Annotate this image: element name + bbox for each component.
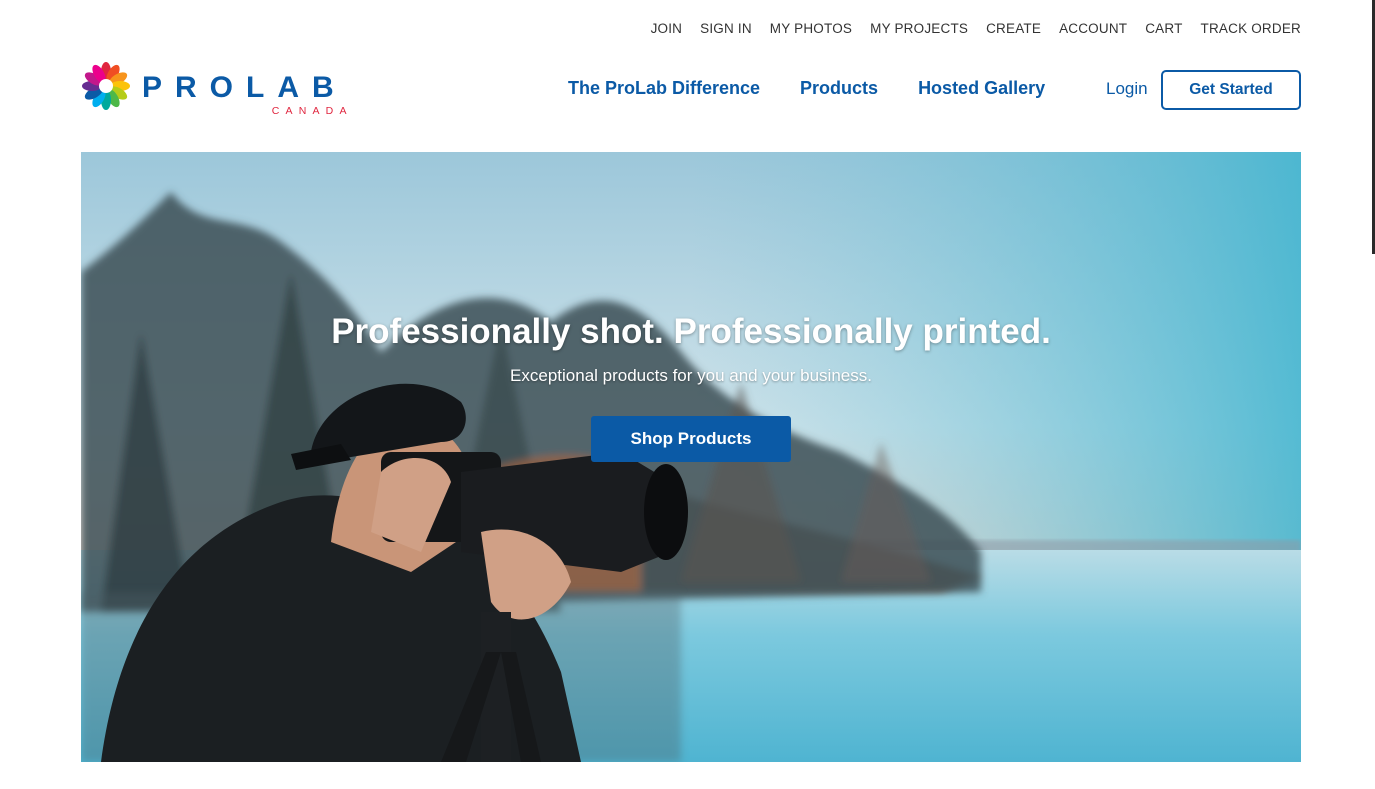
utility-nav: JOIN SIGN IN MY PHOTOS MY PROJECTS CREAT… [651,21,1301,36]
nav-hosted-gallery[interactable]: Hosted Gallery [918,78,1045,99]
my-photos-link[interactable]: MY PHOTOS [770,21,852,36]
nav-products[interactable]: Products [800,78,878,99]
sign-in-link[interactable]: SIGN IN [700,21,752,36]
logo-subtext: CANADA [271,105,353,117]
track-order-link[interactable]: TRACK ORDER [1201,21,1301,36]
login-link[interactable]: Login [1106,79,1148,99]
color-wheel-logo-icon [82,62,130,110]
main-nav: The ProLab Difference Products Hosted Ga… [568,78,1045,99]
nav-prolab-difference[interactable]: The ProLab Difference [568,78,760,99]
hero-banner: Professionally shot. Professionally prin… [81,152,1301,762]
get-started-button[interactable]: Get Started [1161,70,1301,110]
join-link[interactable]: JOIN [651,21,683,36]
account-link[interactable]: ACCOUNT [1059,21,1127,36]
hero-subtitle: Exceptional products for you and your bu… [510,366,872,385]
shop-products-button[interactable]: Shop Products [591,416,791,462]
create-link[interactable]: CREATE [986,21,1041,36]
hero-title: Professionally shot. Professionally prin… [331,312,1051,351]
my-projects-link[interactable]: MY PROJECTS [870,21,968,36]
cart-link[interactable]: CART [1145,21,1182,36]
prolab-logo[interactable]: PROLAB CANADA [81,61,347,117]
logo-wordmark: PROLAB [142,71,347,104]
